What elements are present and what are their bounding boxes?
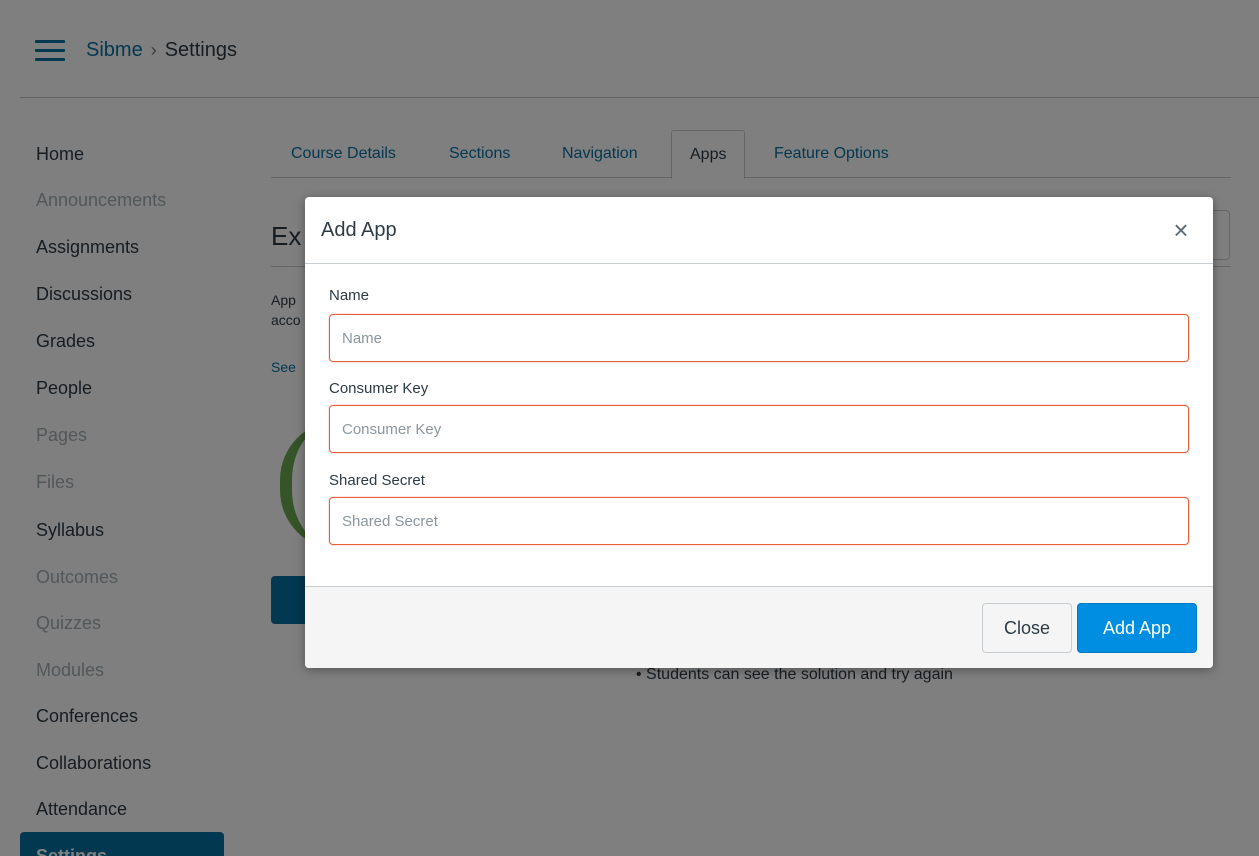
- shared-secret-label: Shared Secret: [329, 472, 425, 489]
- close-icon[interactable]: ×: [1169, 217, 1193, 243]
- name-input[interactable]: [329, 314, 1189, 362]
- dialog-header: Add App ×: [305, 197, 1213, 264]
- consumer-key-input[interactable]: [329, 405, 1189, 453]
- dialog-title: Add App: [321, 219, 397, 241]
- close-button[interactable]: Close: [982, 603, 1072, 653]
- consumer-key-label: Consumer Key: [329, 380, 429, 397]
- add-app-button[interactable]: Add App: [1077, 603, 1197, 653]
- dialog-footer: Close Add App: [305, 586, 1213, 668]
- add-app-dialog: Add App × Name Consumer Key Shared Secre…: [305, 197, 1213, 668]
- name-label: Name: [329, 287, 370, 304]
- shared-secret-input[interactable]: [329, 497, 1189, 545]
